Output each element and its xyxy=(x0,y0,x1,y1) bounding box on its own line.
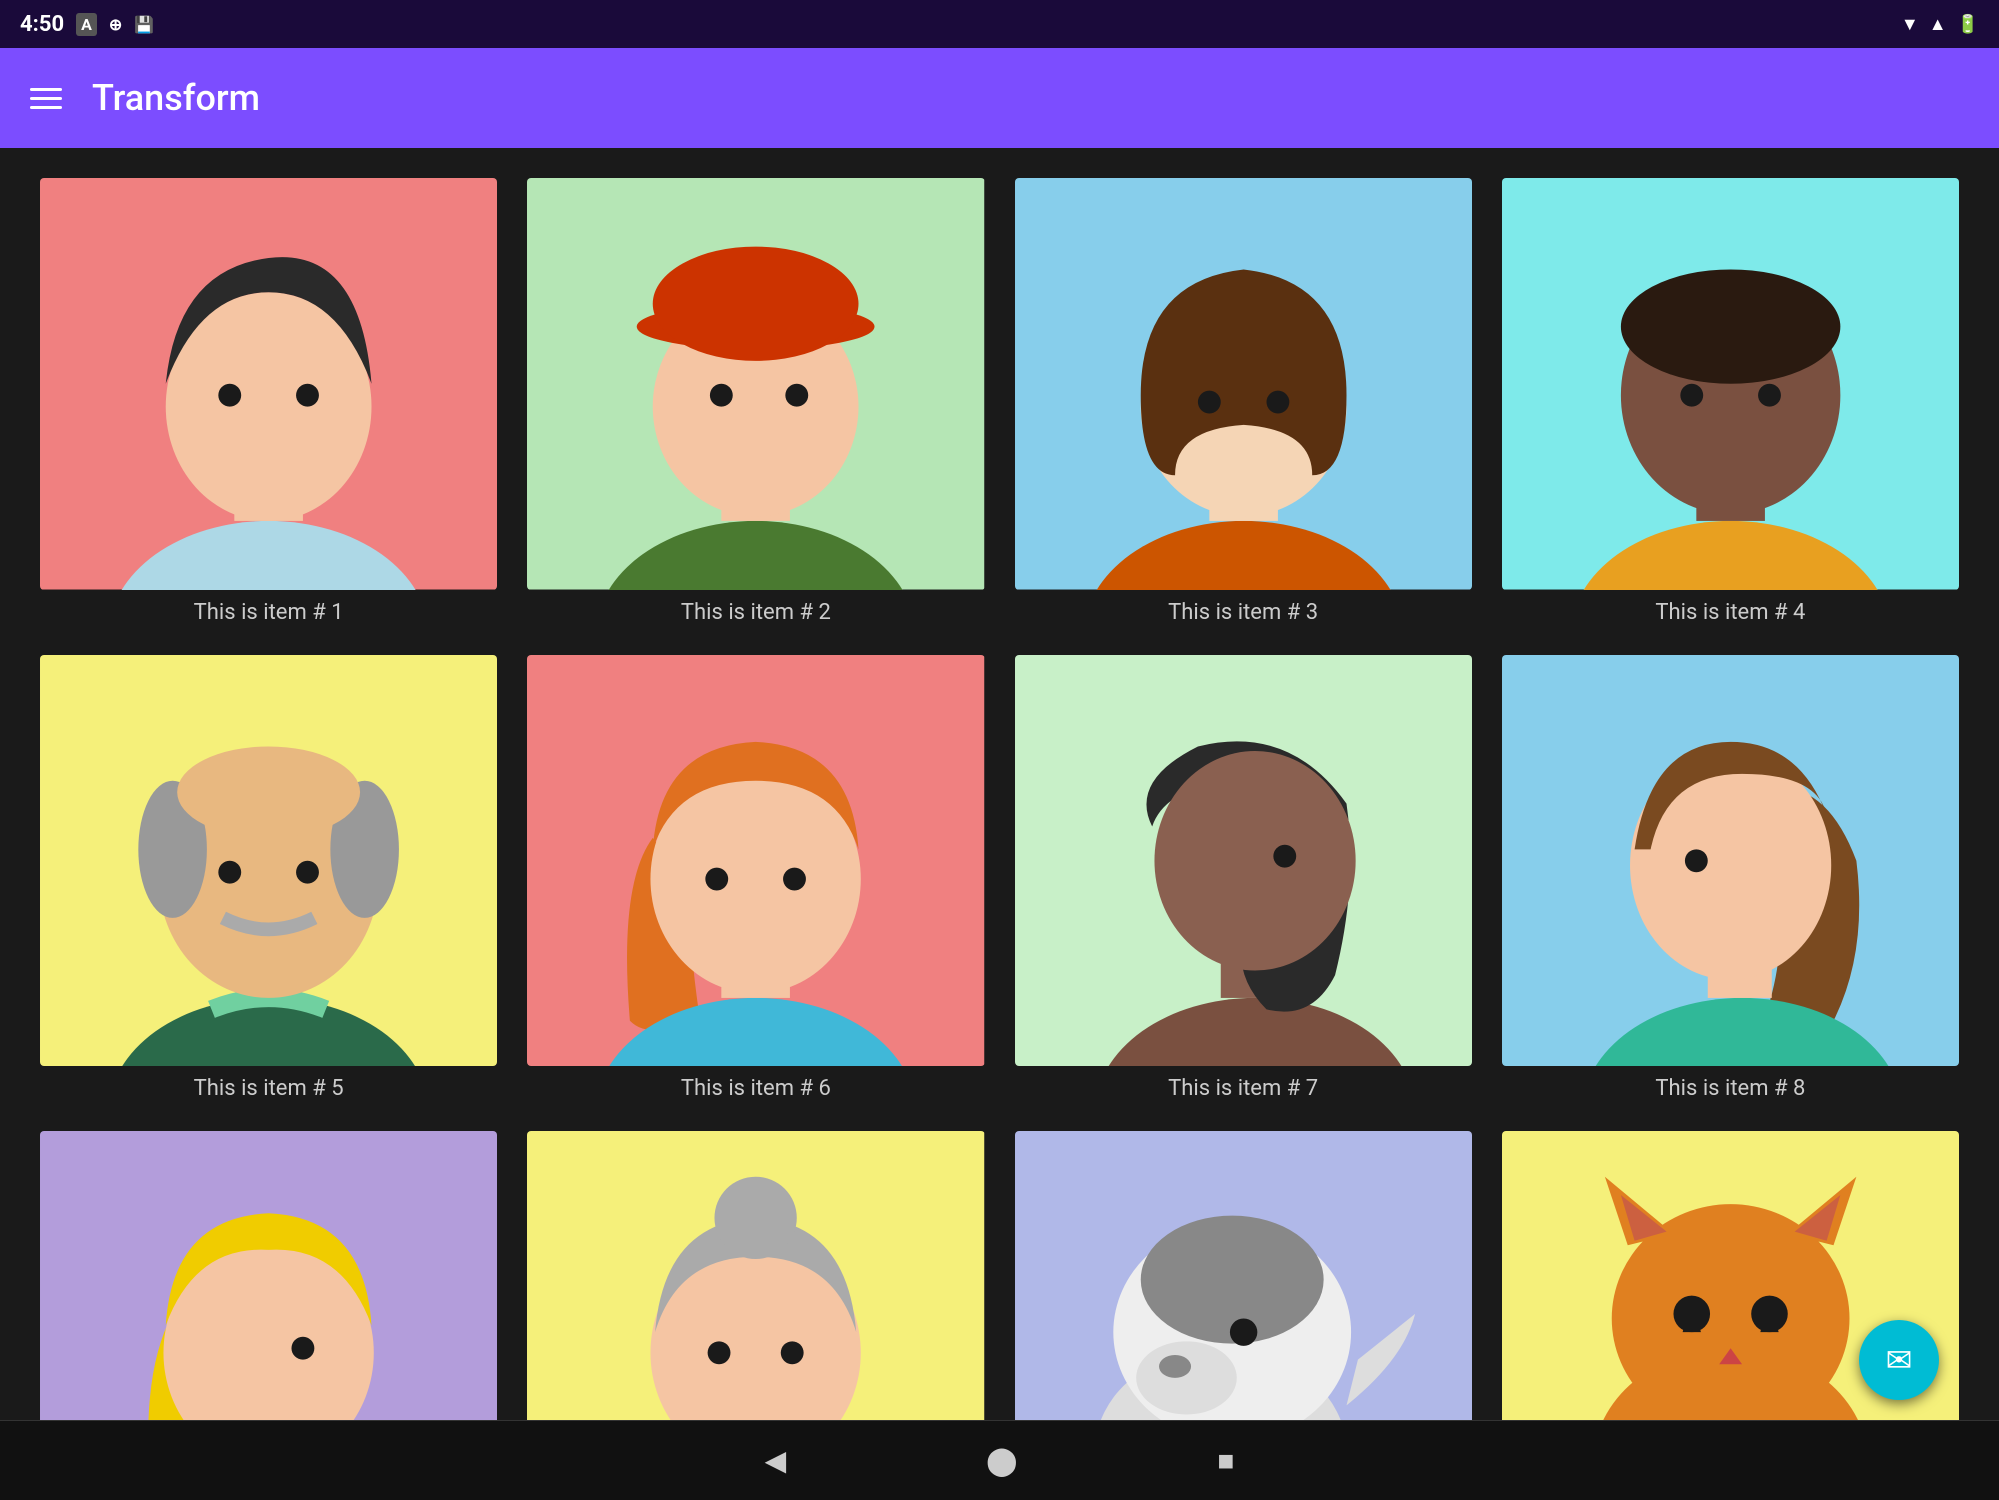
item-label-7: This is item # 7 xyxy=(1168,1076,1318,1101)
status-bar-left: 4:50 A ⊕ 💾 xyxy=(20,12,154,37)
avatar-card-1 xyxy=(40,178,497,590)
app-bar: Transform xyxy=(0,48,1999,148)
avatar-card-8 xyxy=(1502,655,1959,1067)
hamburger-line-1 xyxy=(30,88,62,91)
list-item[interactable]: This is item # 7 xyxy=(1015,655,1472,1102)
app-icon-c: 💾 xyxy=(134,15,154,34)
app-icon-b: ⊕ xyxy=(109,15,122,34)
avatar-grid: This is item # 1 xyxy=(40,178,1959,1420)
list-item[interactable]: This is item # 11 xyxy=(1015,1131,1472,1420)
list-item[interactable]: This is item # 1 xyxy=(40,178,497,625)
avatar-card-6 xyxy=(527,655,984,1067)
signal-icon: ▲ xyxy=(1929,14,1947,35)
avatar-card-9 xyxy=(40,1131,497,1420)
list-item[interactable]: This is item # 4 xyxy=(1502,178,1959,625)
list-item[interactable]: This is item # 9 xyxy=(40,1131,497,1420)
fab-email[interactable]: ✉ xyxy=(1859,1320,1939,1400)
hamburger-menu[interactable] xyxy=(30,88,62,109)
status-bar-right: ▼ ▲ 🔋 xyxy=(1901,14,1979,35)
list-item[interactable]: This is item # 3 xyxy=(1015,178,1472,625)
list-item[interactable]: This is item # 10 xyxy=(527,1131,984,1420)
grid-area: This is item # 1 xyxy=(0,148,1999,1420)
item-label-3: This is item # 3 xyxy=(1168,600,1318,625)
recent-button[interactable]: ■ xyxy=(1217,1444,1234,1477)
list-item[interactable]: This is item # 5 xyxy=(40,655,497,1102)
back-button[interactable]: ◀ xyxy=(765,1444,787,1477)
avatar-card-2 xyxy=(527,178,984,590)
avatar-card-5 xyxy=(40,655,497,1067)
app-title: Transform xyxy=(92,77,260,119)
wifi-icon: ▼ xyxy=(1901,14,1919,35)
app-icon-a: A xyxy=(76,13,97,36)
email-icon: ✉ xyxy=(1886,1341,1913,1379)
hamburger-line-2 xyxy=(30,97,62,100)
item-label-8: This is item # 8 xyxy=(1655,1076,1805,1101)
item-label-6: This is item # 6 xyxy=(681,1076,831,1101)
avatar-card-7 xyxy=(1015,655,1472,1067)
avatar-card-3 xyxy=(1015,178,1472,590)
battery-icon: 🔋 xyxy=(1957,14,1979,35)
list-item[interactable]: This is item # 6 xyxy=(527,655,984,1102)
bottom-navigation: ◀ ⬤ ■ xyxy=(0,1420,1999,1500)
hamburger-line-3 xyxy=(30,106,62,109)
item-label-4: This is item # 4 xyxy=(1655,600,1805,625)
home-button[interactable]: ⬤ xyxy=(986,1444,1017,1477)
avatar-card-10 xyxy=(527,1131,984,1420)
avatar-card-4 xyxy=(1502,178,1959,590)
list-item[interactable]: This is item # 8 xyxy=(1502,655,1959,1102)
item-label-2: This is item # 2 xyxy=(681,600,831,625)
time-display: 4:50 xyxy=(20,12,64,37)
item-label-1: This is item # 1 xyxy=(194,600,344,625)
list-item[interactable]: This is item # 2 xyxy=(527,178,984,625)
avatar-card-11 xyxy=(1015,1131,1472,1420)
item-label-5: This is item # 5 xyxy=(194,1076,344,1101)
status-bar: 4:50 A ⊕ 💾 ▼ ▲ 🔋 xyxy=(0,0,1999,48)
